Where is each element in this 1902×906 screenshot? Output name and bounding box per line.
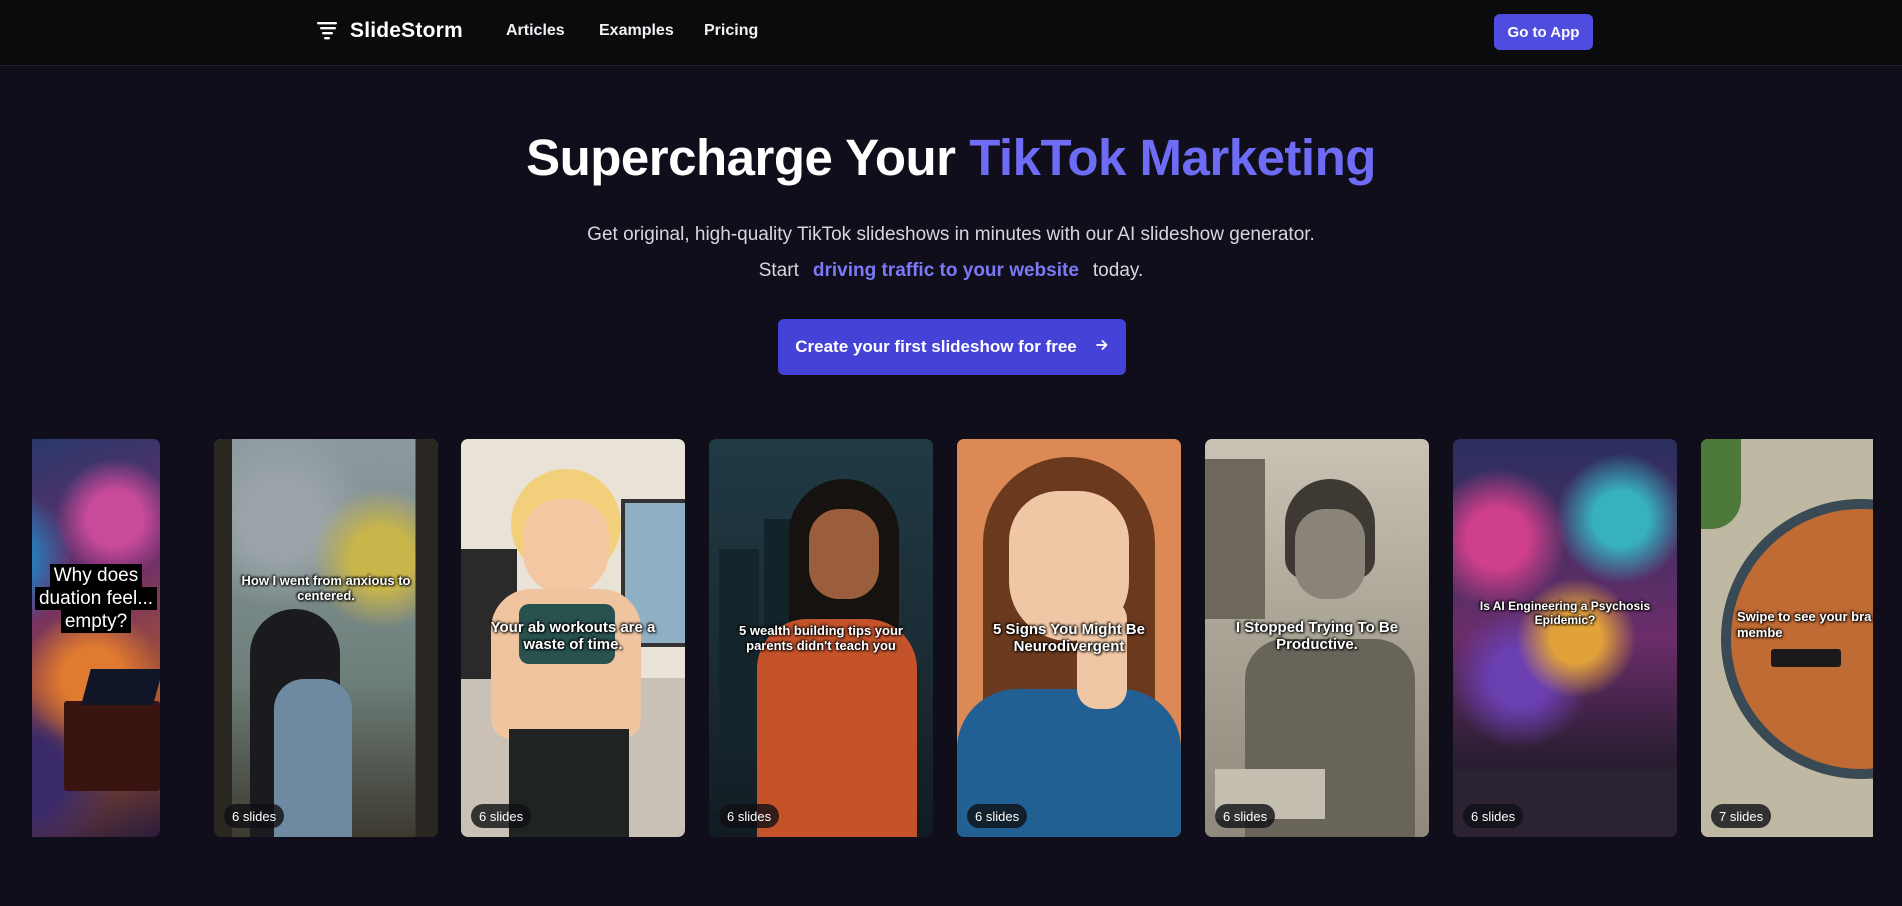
caption-line: duation feel...: [34, 587, 158, 610]
slideshow-carousel[interactable]: Why does duation feel... empty? How I we…: [32, 439, 1873, 837]
hero-subtitle-line2: Start driving traffic to your website toda…: [0, 260, 1902, 282]
slideshow-card[interactable]: Is AI Engineering a Psychosis Epidemic? …: [1453, 439, 1677, 837]
slide-count-badge: 6 slides: [224, 804, 285, 828]
card-caption: I Stopped Trying To Be Productive.: [1235, 619, 1399, 653]
slide-count-badge: 6 slides: [471, 804, 532, 828]
card-caption: Your ab workouts are a waste of time.: [490, 619, 656, 653]
nav-link-pricing[interactable]: Pricing: [704, 22, 758, 40]
slideshow-card[interactable]: How I went from anxious to centered. 6 s…: [214, 439, 438, 837]
card-caption: Swipe to see your bra parts as team memb…: [1737, 609, 1873, 640]
slide-count-badge: 6 slides: [967, 804, 1028, 828]
subtitle-end: today.: [1092, 260, 1144, 281]
slideshow-card[interactable]: I Stopped Trying To Be Productive. 6 sli…: [1205, 439, 1429, 837]
slideshow-card[interactable]: Your ab workouts are a waste of time. 6 …: [461, 439, 685, 837]
go-to-app-button[interactable]: Go to App: [1494, 14, 1593, 50]
create-slideshow-button[interactable]: Create your first slideshow for free: [778, 319, 1126, 375]
caption-line: Why does: [49, 564, 143, 587]
slide-count-badge: 6 slides: [1215, 804, 1276, 828]
card-thumbnail: [1453, 439, 1677, 837]
card-caption: How I went from anxious to centered.: [241, 573, 411, 603]
storm-logo-icon: [316, 20, 338, 42]
slide-count-badge: 6 slides: [1463, 804, 1524, 828]
hero-title-main: Supercharge Your: [526, 129, 970, 186]
slideshow-card[interactable]: Swipe to see your bra parts as team memb…: [1701, 439, 1873, 837]
arrow-right-icon: [1095, 337, 1109, 357]
caption-line: empty?: [60, 610, 132, 633]
slideshow-card[interactable]: Why does duation feel... empty?: [32, 439, 160, 837]
card-caption: Is AI Engineering a Psychosis Epidemic?: [1479, 599, 1651, 627]
hero-title: Supercharge Your TikTok Marketing: [0, 128, 1902, 187]
slideshow-card[interactable]: 5 Signs You Might Be Neurodivergent 6 sl…: [957, 439, 1181, 837]
top-navbar: SlideStorm Articles Examples Pricing Go …: [0, 0, 1902, 66]
logo-text: SlideStorm: [350, 19, 463, 42]
card-thumbnail: [32, 439, 160, 837]
create-slideshow-label: Create your first slideshow for free: [795, 337, 1077, 356]
slideshow-card[interactable]: 5 wealth building tips your parents didn…: [709, 439, 933, 837]
slide-count-badge: 6 slides: [719, 804, 780, 828]
subtitle-start: Start: [758, 260, 799, 281]
slide-count-badge: 7 slides: [1711, 804, 1772, 828]
card-caption: 5 wealth building tips your parents didn…: [739, 623, 903, 653]
hero-title-accent: TikTok Marketing: [969, 129, 1376, 186]
nav-link-articles[interactable]: Articles: [506, 22, 565, 40]
card-thumbnail: [214, 439, 438, 837]
card-caption: Why does duation feel... empty?: [32, 564, 160, 633]
nav-link-examples[interactable]: Examples: [599, 22, 674, 40]
subtitle-highlight: driving traffic to your website: [812, 260, 1079, 281]
logo[interactable]: SlideStorm: [316, 19, 463, 43]
hero-subtitle: Get original, high-quality TikTok slides…: [587, 224, 1315, 245]
card-caption: 5 Signs You Might Be Neurodivergent: [993, 621, 1145, 655]
